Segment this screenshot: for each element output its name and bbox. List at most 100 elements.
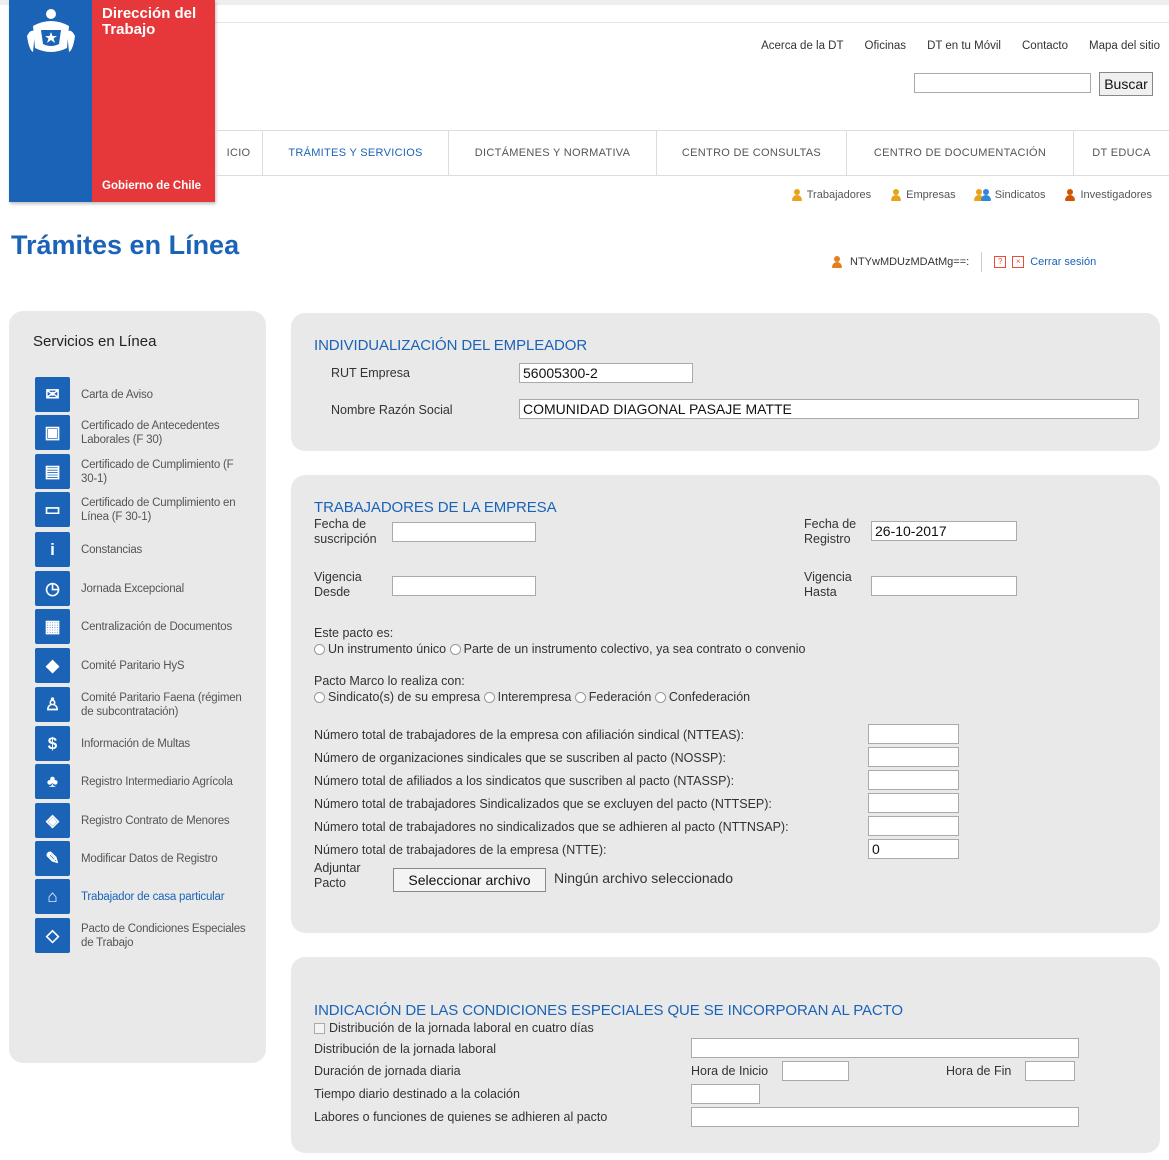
sidebar-item-pacto-condiciones[interactable]: ◇ Pacto de Condiciones Especiales de Trab… [35, 918, 249, 953]
distribucion-field[interactable] [691, 1038, 1079, 1058]
sidebar-item-contrato-menores[interactable]: ◈ Registro Contrato de Menores [35, 803, 249, 838]
fecha-registro-field[interactable]: 26-10-2017 [871, 521, 1017, 541]
sidebar-item-comite-faena[interactable]: ♙ Comité Paritario Faena (régimen de subc… [35, 687, 249, 722]
vigencia-desde-field[interactable] [392, 576, 536, 596]
nav-centro-documentacion[interactable]: CENTRO DE DOCUMENTACIÓN [846, 131, 1073, 175]
sidebar-item-carta-aviso[interactable]: ✉ Carta de Aviso [35, 377, 249, 412]
nav-inicio[interactable]: ICIO [215, 131, 262, 175]
nav-dictamenes[interactable]: DICTÁMENES Y NORMATIVA [448, 131, 656, 175]
colacion-label: Tiempo diario destinado a la colación [314, 1087, 520, 1101]
search-input[interactable] [914, 73, 1091, 93]
ntteas-field[interactable] [868, 724, 959, 744]
top-links: Acerca de la DT Oficinas DT en tu Móvil … [761, 40, 1160, 52]
radio-instrumento-colectivo[interactable] [449, 644, 461, 656]
razon-social-field[interactable]: COMUNIDAD DIAGONAL PASAJE MATTE [519, 399, 1139, 419]
hora-fin-field[interactable] [1025, 1061, 1075, 1081]
vigencia-hasta-label: Vigencia Hasta [804, 570, 852, 599]
page-title: Trámites en Línea [11, 230, 240, 260]
sidebar-item-certificado-cumplimiento[interactable]: ▤ Certificado de Cumplimiento (F 30-1) [35, 454, 249, 489]
worker-icon: ♙ [35, 687, 70, 722]
user-bar: NTYwMDUzMDAtMg==: ? × Cerrar sesión [830, 252, 1096, 272]
help-icon[interactable]: ? [994, 256, 1007, 268]
colacion-field[interactable] [691, 1084, 760, 1104]
fecha-suscripcion-field[interactable] [392, 522, 536, 542]
info-icon: i [35, 532, 70, 567]
sidebar-item-multas[interactable]: $ Información de Multas [35, 726, 249, 761]
radio-instrumento-unico[interactable] [314, 644, 325, 656]
nttnsap-label: Número total de trabajadores no sindical… [314, 820, 789, 834]
gobierno-label: Gobierno de Chile [102, 180, 202, 192]
certificate-icon: ▣ [35, 415, 70, 450]
ntte-field[interactable]: 0 [868, 839, 959, 859]
top-link-oficinas[interactable]: Oficinas [865, 40, 907, 52]
nav-tramites[interactable]: TRÁMITES Y SERVICIOS [262, 131, 448, 175]
sidebar-item-modificar-datos[interactable]: ✎ Modificar Datos de Registro [35, 841, 249, 876]
nossp-label: Número de organizaciones sindicales que … [314, 751, 727, 765]
hora-inicio-field[interactable] [782, 1061, 849, 1081]
radio-confederacion[interactable] [654, 692, 666, 704]
vigencia-hasta-field[interactable] [871, 576, 1017, 596]
duracion-label: Duración de jornada diaria [314, 1064, 461, 1078]
sidebar-title: Servicios en Línea [33, 333, 157, 350]
audience-investigadores[interactable]: Investigadores [1063, 188, 1152, 202]
divider [981, 252, 983, 272]
adjuntar-label: Adjuntar Pacto [314, 861, 361, 890]
empleador-panel: INDIVIDUALIZACIÓN DEL EMPLEADOR RUT Empr… [291, 313, 1160, 451]
top-link-contacto[interactable]: Contacto [1022, 40, 1068, 52]
minors-icon: ◈ [35, 803, 70, 838]
radio-federacion[interactable] [574, 692, 586, 704]
pacto-marco-options: Sindicato(s) de su empresa Interempresa … [314, 690, 750, 705]
sidebar-item-jornada-excepcional[interactable]: ◷ Jornada Excepcional [35, 571, 249, 606]
file-select-button[interactable]: Seleccionar archivo [393, 868, 546, 892]
cuatro-dias-row: Distribución de la jornada laboral en cu… [314, 1021, 594, 1036]
rut-field[interactable]: 56005300-2 [519, 363, 693, 383]
nttsep-field[interactable] [868, 793, 959, 813]
ntte-label: Número total de trabajadores de la empre… [314, 843, 607, 857]
top-link-movil[interactable]: DT en tu Móvil [927, 40, 1001, 52]
nttnsap-field[interactable] [868, 816, 959, 836]
group-icon [973, 188, 992, 202]
dollar-icon: $ [35, 726, 70, 761]
nav-dt-educa[interactable]: DT EDUCA [1073, 131, 1169, 175]
audience-sindicatos[interactable]: Sindicatos [973, 188, 1045, 202]
sidebar-item-intermediario-agricola[interactable]: ♣ Registro Intermediario Agrícola [35, 764, 249, 799]
audience-empresas[interactable]: Empresas [889, 188, 956, 202]
audience-links: Trabajadores Empresas Sindicatos Investi… [790, 188, 1152, 202]
sidebar-item-centralizacion[interactable]: ▦ Centralización de Documentos [35, 609, 249, 644]
main-nav: ICIO TRÁMITES Y SERVICIOS DICTÁMENES Y N… [215, 130, 1169, 176]
computer-icon: ▭ [35, 492, 70, 527]
sidebar-item-comite-hys[interactable]: ◆ Comité Paritario HyS [35, 648, 249, 683]
clock-icon: ◷ [35, 571, 70, 606]
ntassp-field[interactable] [868, 770, 959, 790]
user-icon [830, 255, 844, 269]
handshake-icon: ◇ [35, 918, 70, 953]
radio-sindicatos[interactable] [314, 692, 325, 704]
dt-logo[interactable]: Dirección del Trabajo Gobierno de Chile [9, 0, 215, 202]
cuatro-dias-checkbox[interactable] [314, 1023, 325, 1035]
sidebar-item-certificado-cumplimiento-linea[interactable]: ▭ Certificado de Cumplimiento en Línea (F… [35, 492, 249, 527]
top-link-mapa[interactable]: Mapa del sitio [1089, 40, 1160, 52]
search-button[interactable]: Buscar [1099, 72, 1153, 96]
folders-icon: ▦ [35, 609, 70, 644]
pacto-marco-label: Pacto Marco lo realiza con: [314, 674, 465, 688]
sidebar-item-certificado-antecedentes[interactable]: ▣ Certificado de Antecedentes Laborales (… [35, 415, 249, 450]
razon-social-label: Nombre Razón Social [331, 403, 453, 417]
trabajadores-title: TRABAJADORES DE LA EMPRESA [314, 499, 557, 516]
pacto-es-options: Un instrumento único Parte de un instrum… [314, 642, 805, 657]
sidebar-item-constancias[interactable]: i Constancias [35, 532, 249, 567]
nossp-field[interactable] [868, 747, 959, 767]
sidebar: Servicios en Línea ✉ Carta de Aviso ▣ Cert… [9, 311, 266, 1063]
logout-link[interactable]: Cerrar sesión [1030, 256, 1096, 268]
radio-interempresa[interactable] [483, 692, 495, 704]
labores-field[interactable] [691, 1107, 1079, 1127]
person-icon [1063, 188, 1077, 202]
file-status: Ningún archivo seleccionado [554, 870, 733, 886]
top-divider [215, 22, 1169, 23]
sidebar-item-casa-particular[interactable]: ⌂ Trabajador de casa particular [35, 879, 249, 914]
close-icon[interactable]: × [1012, 256, 1025, 268]
nav-centro-consultas[interactable]: CENTRO DE CONSULTAS [656, 131, 846, 175]
top-link-acerca[interactable]: Acerca de la DT [761, 40, 843, 52]
empleador-title: INDIVIDUALIZACIÓN DEL EMPLEADOR [314, 337, 588, 354]
audience-trabajadores[interactable]: Trabajadores [790, 188, 871, 202]
edit-icon: ✎ [35, 841, 70, 876]
